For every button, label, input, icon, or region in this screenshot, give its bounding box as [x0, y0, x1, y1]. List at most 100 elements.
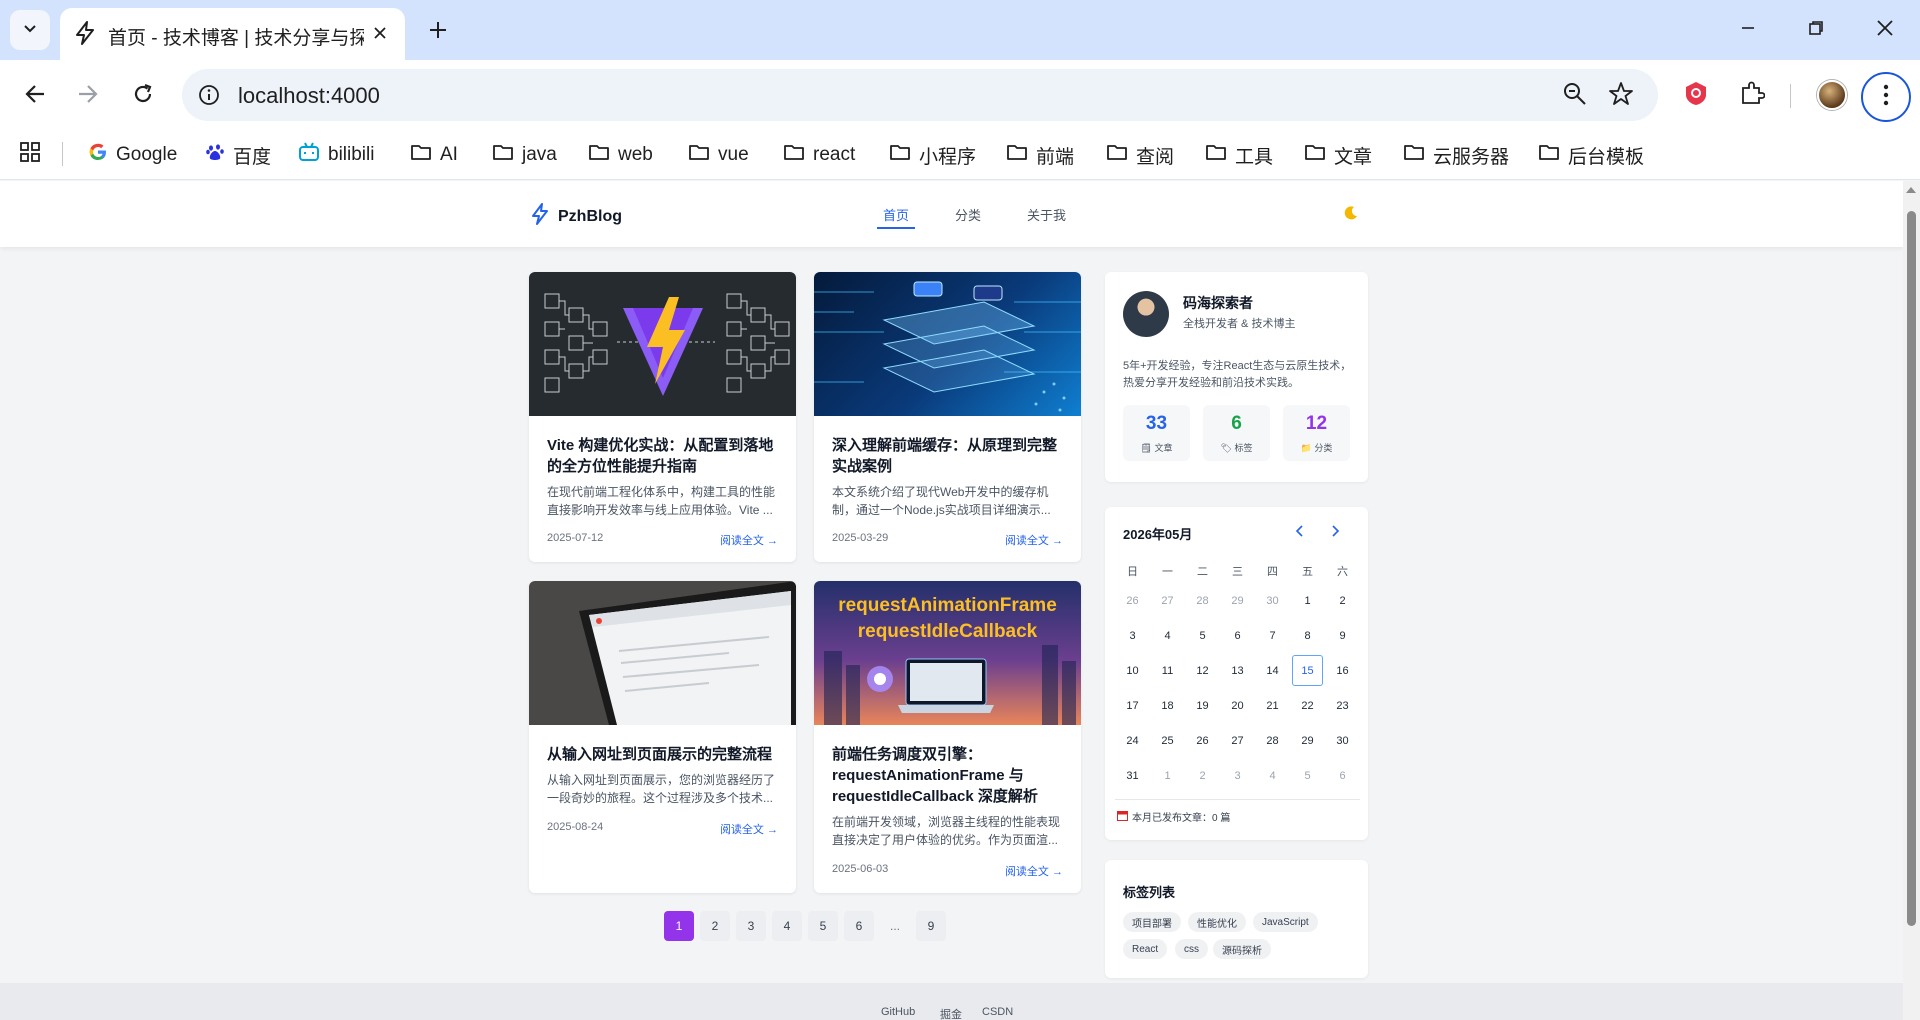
- post-title[interactable]: Vite 构建优化实战：从配置到落地的全方位性能提升指南: [547, 435, 782, 477]
- read-more-link[interactable]: 阅读全文 →: [1005, 863, 1063, 879]
- bookmark-ai[interactable]: AI: [410, 142, 458, 168]
- bookmark-文章[interactable]: 文章: [1304, 142, 1372, 168]
- calendar-day[interactable]: 28: [1185, 583, 1220, 618]
- read-more-link[interactable]: 阅读全文 →: [720, 532, 778, 548]
- site-brand[interactable]: PzhBlog: [530, 203, 622, 230]
- scrollbar-thumb[interactable]: [1907, 211, 1916, 926]
- calendar-day[interactable]: 6: [1220, 618, 1255, 653]
- page-button-4[interactable]: 4: [772, 911, 802, 941]
- page-scrollbar[interactable]: [1903, 181, 1920, 1020]
- minimize-button[interactable]: [1725, 10, 1771, 50]
- calendar-day[interactable]: 16: [1325, 653, 1360, 688]
- page-button-5[interactable]: 5: [808, 911, 838, 941]
- bookmark-web[interactable]: web: [588, 142, 653, 168]
- new-tab-button[interactable]: [420, 14, 456, 50]
- bookmark-前端[interactable]: 前端: [1006, 142, 1074, 168]
- read-more-link[interactable]: 阅读全文 →: [1005, 532, 1063, 548]
- calendar-day[interactable]: 18: [1150, 688, 1185, 723]
- post-card[interactable]: requestAnimationFrame requestIdleCallbac…: [814, 581, 1081, 893]
- scroll-up-arrow[interactable]: [1906, 187, 1916, 193]
- bookmark-google[interactable]: Google: [88, 142, 177, 168]
- calendar-day[interactable]: 20: [1220, 688, 1255, 723]
- page-button-6[interactable]: 6: [844, 911, 874, 941]
- calendar-day[interactable]: 5: [1185, 618, 1220, 653]
- calendar-day[interactable]: 7: [1255, 618, 1290, 653]
- calendar-day[interactable]: 27: [1150, 583, 1185, 618]
- calendar-day[interactable]: 23: [1325, 688, 1360, 723]
- active-tab[interactable]: 首页 - 技术博客 | 技术分享与探: [60, 8, 405, 60]
- calendar-day[interactable]: 4: [1255, 758, 1290, 793]
- post-title[interactable]: 前端任务调度双引擎：requestAnimationFrame 与 reques…: [832, 744, 1067, 807]
- calendar-day[interactable]: 11: [1150, 653, 1185, 688]
- bookmark-vue[interactable]: vue: [688, 142, 749, 168]
- tag-chip[interactable]: React: [1123, 939, 1168, 959]
- calendar-day[interactable]: 30: [1325, 723, 1360, 758]
- calendar-day[interactable]: 24: [1115, 723, 1150, 758]
- profile-avatar[interactable]: [1817, 80, 1847, 110]
- calendar-day[interactable]: 29: [1220, 583, 1255, 618]
- post-card[interactable]: 深入理解前端缓存：从原理到完整实战案例 本文系统介绍了现代Web开发中的缓存机制…: [814, 272, 1081, 562]
- footer-link-github[interactable]: GitHub: [881, 1006, 915, 1018]
- calendar-day[interactable]: 17: [1115, 688, 1150, 723]
- calendar-day[interactable]: 30: [1255, 583, 1290, 618]
- tab-search-button[interactable]: [10, 10, 50, 50]
- site-info-icon[interactable]: [194, 80, 224, 110]
- stat-articles[interactable]: 33 🗒 文章: [1123, 405, 1190, 461]
- extensions-button[interactable]: [1734, 77, 1770, 113]
- calendar-day[interactable]: 27: [1220, 723, 1255, 758]
- bookmark-百度[interactable]: 百度: [205, 142, 271, 168]
- bookmark-star-icon[interactable]: [1608, 81, 1634, 112]
- bookmark-react[interactable]: react: [783, 142, 855, 168]
- forward-button[interactable]: [68, 76, 108, 116]
- nav-categories[interactable]: 分类: [955, 205, 981, 224]
- calendar-day[interactable]: 26: [1115, 583, 1150, 618]
- post-title[interactable]: 从输入网址到页面展示的完整流程: [547, 744, 782, 765]
- close-window-button[interactable]: [1862, 10, 1908, 50]
- bookmark-工具[interactable]: 工具: [1205, 142, 1273, 168]
- calendar-day[interactable]: 25: [1150, 723, 1185, 758]
- calendar-day[interactable]: 21: [1255, 688, 1290, 723]
- calendar-day[interactable]: 5: [1290, 758, 1325, 793]
- apps-button[interactable]: [19, 142, 41, 168]
- calendar-day[interactable]: 28: [1255, 723, 1290, 758]
- stat-categories[interactable]: 12 📁 分类: [1283, 405, 1350, 461]
- restore-button[interactable]: [1793, 10, 1839, 50]
- bookmark-后台模板[interactable]: 后台模板: [1538, 142, 1644, 168]
- read-more-link[interactable]: 阅读全文 →: [720, 821, 778, 837]
- bookmark-查阅[interactable]: 查阅: [1106, 142, 1174, 168]
- tag-chip[interactable]: 源码探析: [1213, 939, 1271, 959]
- tag-chip[interactable]: JavaScript: [1253, 912, 1318, 932]
- moon-icon[interactable]: [1343, 205, 1359, 226]
- tag-chip[interactable]: 性能优化: [1188, 912, 1246, 932]
- browser-menu-button[interactable]: [1861, 72, 1911, 122]
- page-button-1[interactable]: 1: [664, 911, 694, 941]
- bookmark-小程序[interactable]: 小程序: [889, 142, 976, 168]
- bookmark-云服务器[interactable]: 云服务器: [1403, 142, 1509, 168]
- zoom-icon[interactable]: [1562, 81, 1588, 112]
- url-text[interactable]: localhost:4000: [238, 83, 380, 109]
- page-button-9[interactable]: 9: [916, 911, 946, 941]
- calendar-day[interactable]: 14: [1255, 653, 1290, 688]
- calendar-day[interactable]: 6: [1325, 758, 1360, 793]
- page-button-3[interactable]: 3: [736, 911, 766, 941]
- calendar-day[interactable]: 8: [1290, 618, 1325, 653]
- calendar-day[interactable]: 3: [1115, 618, 1150, 653]
- calendar-day[interactable]: 29: [1290, 723, 1325, 758]
- calendar-day[interactable]: 4: [1150, 618, 1185, 653]
- post-card[interactable]: 从输入网址到页面展示的完整流程 从输入网址到页面展示，您的浏览器经历了一段奇妙的…: [529, 581, 796, 893]
- calendar-day[interactable]: 31: [1115, 758, 1150, 793]
- calendar-day[interactable]: 10: [1115, 653, 1150, 688]
- calendar-day[interactable]: 1: [1290, 583, 1325, 618]
- nav-home[interactable]: 首页: [876, 205, 916, 229]
- close-tab-icon[interactable]: [367, 20, 393, 46]
- calendar-day[interactable]: 9: [1325, 618, 1360, 653]
- calendar-day[interactable]: 1: [1150, 758, 1185, 793]
- stat-tags[interactable]: 6 🏷 标签: [1203, 405, 1270, 461]
- extension-shield-button[interactable]: [1678, 77, 1714, 113]
- address-bar[interactable]: localhost:4000: [182, 69, 1658, 121]
- calendar-day[interactable]: 2: [1325, 583, 1360, 618]
- calendar-day[interactable]: 26: [1185, 723, 1220, 758]
- bookmark-java[interactable]: java: [492, 142, 557, 168]
- calendar-day[interactable]: 13: [1220, 653, 1255, 688]
- reload-button[interactable]: [123, 76, 163, 116]
